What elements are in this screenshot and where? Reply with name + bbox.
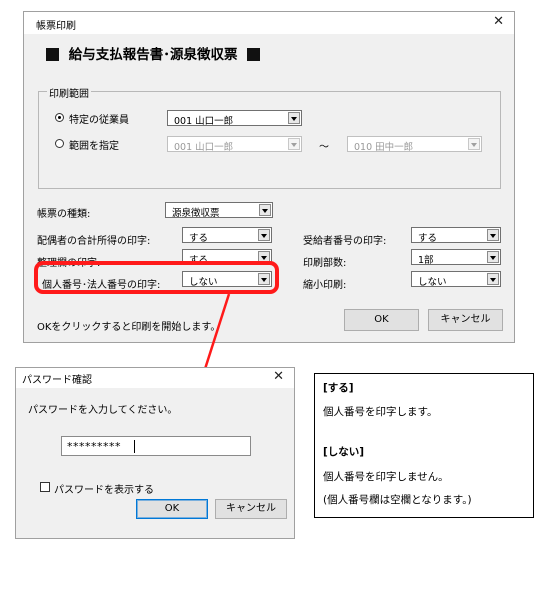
note-text-off-sub: (個人番号欄は空欄となります。) bbox=[323, 494, 472, 506]
show-password-checkbox[interactable] bbox=[40, 482, 50, 492]
explanation-note: [する] 個人番号を印字します。 [しない] 個人番号を印字しません。 (個人番… bbox=[314, 373, 534, 518]
password-dialog-title: パスワード確認 bbox=[22, 375, 92, 386]
show-password-label: パスワードを表示する bbox=[54, 485, 154, 496]
password-ok-label: OK bbox=[164, 503, 180, 514]
note-heading-off: [しない] bbox=[323, 446, 365, 458]
password-cancel-label: キャンセル bbox=[226, 503, 276, 514]
password-prompt: パスワードを入力してください。 bbox=[28, 405, 178, 416]
password-dialog: パスワード確認 ✕ パスワードを入力してください。 ********* パスワー… bbox=[15, 367, 295, 539]
close-icon[interactable]: ✕ bbox=[273, 370, 284, 384]
password-dialog-titlebar: パスワード確認 ✕ bbox=[16, 368, 294, 388]
password-input[interactable]: ********* bbox=[61, 436, 251, 456]
password-cancel-button[interactable]: キャンセル bbox=[215, 499, 287, 519]
password-value: ********* bbox=[67, 440, 121, 453]
note-text-off: 個人番号を印字しません。 bbox=[323, 471, 449, 483]
text-cursor bbox=[134, 440, 135, 453]
password-ok-button[interactable]: OK bbox=[136, 499, 208, 519]
note-text-on: 個人番号を印字します。 bbox=[323, 406, 438, 418]
note-heading-on: [する] bbox=[323, 382, 354, 394]
